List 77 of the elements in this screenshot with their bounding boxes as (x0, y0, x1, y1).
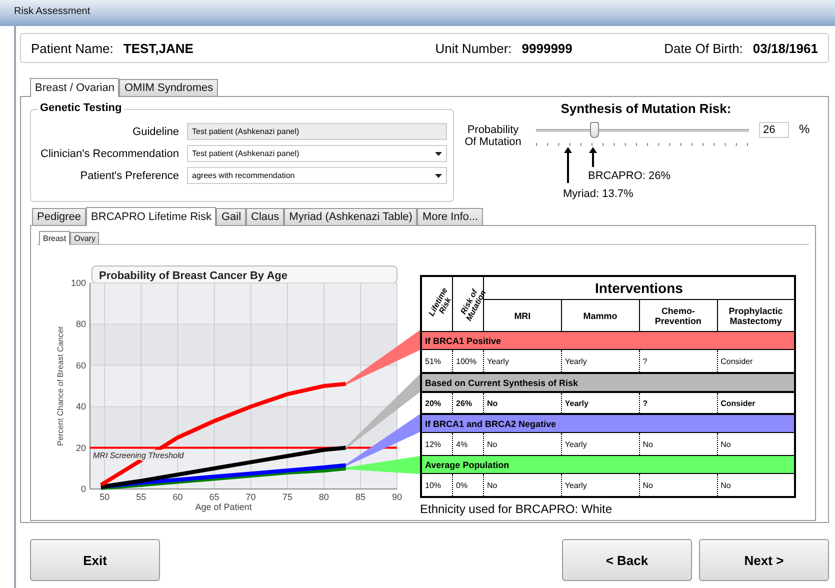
patient-value: TEST,JANE (123, 40, 194, 56)
tab[interactable]: Breast / Ovarian (30, 78, 120, 97)
exit-button[interactable]: Exit (30, 539, 160, 581)
tab[interactable]: OMIM Syndromes (119, 79, 218, 96)
y-tick-label: 100 (70, 278, 86, 288)
marker-label: Myriad: 13.7% (563, 188, 634, 200)
tab[interactable]: Gail (216, 208, 246, 225)
y-tick-label: 60 (76, 360, 86, 370)
table-cell: No (484, 392, 562, 414)
section-title: Synthesis of Mutation Risk: (560, 101, 732, 116)
column-header: Prophylactic Mastectomy (728, 306, 783, 326)
y-axis-label: Percent Chance of Breast Cancer (56, 326, 65, 446)
table-cell: Consider (717, 392, 795, 414)
slider-thumb[interactable] (590, 122, 598, 138)
arrow-icon (564, 147, 572, 183)
table-cell: No (717, 474, 795, 497)
x-tick-label: 90 (392, 492, 402, 502)
x-tick-label: 60 (172, 492, 183, 502)
row-group-header: If BRCA1 and BRCA2 Negative (421, 414, 795, 432)
tab[interactable]: Pedigree (32, 208, 86, 225)
column-group-header: Interventions (595, 280, 683, 296)
y-tick-label: 80 (76, 319, 86, 330)
patient-value: 9999999 (522, 40, 572, 56)
table-cell: 26% (452, 392, 484, 414)
row-group-header: If BRCA1 Positive (421, 332, 795, 350)
field-label: Clinician's Recommendation (40, 148, 179, 160)
x-tick-label: 85 (355, 492, 366, 502)
y-tick-label: 40 (76, 402, 86, 412)
dropdown[interactable]: agrees with recommendation (187, 167, 447, 184)
column-header: Chemo-Prevention (654, 306, 702, 326)
patient-value: 03/18/1961 (752, 40, 818, 56)
table-cell: ? (639, 392, 718, 414)
tab[interactable]: Claus (246, 208, 284, 225)
table-cell: No (639, 474, 718, 497)
unit-label: % (799, 122, 810, 136)
caret-icon (435, 174, 442, 178)
x-tick-label: 70 (246, 492, 256, 502)
next-button[interactable]: Next > (699, 539, 829, 581)
dropdown[interactable]: Test patient (Ashkenazi panel) (187, 145, 447, 162)
table-cell: 10% (421, 474, 452, 497)
ethnicity-note: Ethnicity used for BRCAPRO: White (420, 502, 614, 516)
table-cell: Yearly (561, 392, 640, 414)
x-tick-label: 80 (318, 492, 329, 502)
y-tick-label: 20 (76, 442, 86, 453)
tab[interactable]: BRCAPRO Lifetime Risk (86, 207, 216, 226)
row-group-header: Based on Current Synthesis of Risk (421, 373, 795, 392)
x-tick-label: 55 (136, 492, 146, 502)
field-label: Guideline (132, 126, 179, 138)
patient-label: Patient Name: (31, 40, 114, 56)
x-tick-label: 50 (100, 492, 110, 502)
tab[interactable]: Myriad (Ashkenazi Table) (284, 208, 418, 225)
window-title: Risk Assessment (14, 6, 90, 17)
tab[interactable]: Ovary (70, 232, 100, 244)
field-label: Patient's Preference (79, 170, 179, 182)
value-field[interactable]: 26 (759, 122, 789, 138)
caret-icon (435, 152, 442, 156)
readonly-field: Test patient (Ashkenazi panel) (187, 123, 447, 140)
x-tick-label: 65 (209, 492, 220, 502)
table-cell: No (484, 474, 562, 497)
tab[interactable]: Breast (39, 231, 70, 245)
threshold-label: MRI Screening Threshold (93, 450, 184, 460)
back-button[interactable]: < Back (562, 539, 692, 581)
x-axis-label: Age of Patient (195, 502, 252, 512)
arrow-icon (589, 147, 597, 167)
slider-label: Probability Of Mutation (464, 124, 522, 148)
y-tick-label: 0 (80, 484, 86, 494)
column-header: MRI (514, 310, 531, 320)
table-cell: Yearly (561, 474, 640, 497)
group-title: Genetic Testing (38, 102, 124, 114)
column-header: Mammo (583, 310, 618, 320)
marker-label: BRCAPRO: 26% (588, 170, 671, 182)
patient-label: Date Of Birth: (664, 40, 743, 56)
patient-label: Unit Number: (435, 40, 512, 56)
table-cell: 0% (452, 474, 484, 497)
chart-title: Probability of Breast Cancer By Age (99, 270, 288, 282)
x-tick-label: 75 (282, 492, 292, 502)
tab[interactable]: More Info... (417, 208, 484, 225)
